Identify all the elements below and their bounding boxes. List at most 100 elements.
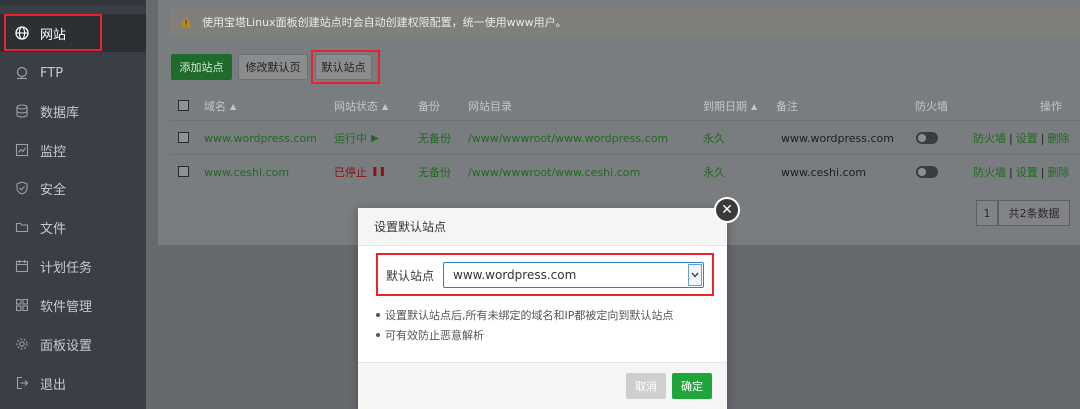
chevron-down-icon[interactable]	[688, 264, 702, 286]
col-dir: 网站目录	[468, 100, 512, 113]
toggle-switch[interactable]	[916, 132, 938, 144]
toggle-switch[interactable]	[916, 166, 938, 178]
firewall-toggle[interactable]	[916, 121, 938, 155]
apps-icon	[14, 297, 30, 313]
sidebar-item-label: 软件管理	[40, 299, 93, 315]
sort-up-icon: ▲	[751, 101, 758, 111]
default-site-label: 默认站点	[386, 268, 435, 283]
sidebar-item-label: 数据库	[40, 105, 80, 121]
sidebar-top-edge	[0, 0, 146, 6]
page-number[interactable]: 1	[976, 200, 998, 226]
sidebar-item-label: 退出	[40, 377, 67, 393]
sidebar-item-software[interactable]: 软件管理	[0, 286, 146, 324]
col-expiry[interactable]: 到期日期 ▲	[703, 92, 757, 120]
site-status[interactable]: 已停止 ❚❚	[334, 155, 386, 189]
sidebar-item-database[interactable]: 数据库	[0, 92, 146, 130]
sort-up-icon: ▲	[382, 101, 389, 111]
firewall-link[interactable]: 防火墙	[973, 130, 1006, 146]
folder-icon	[14, 219, 30, 235]
table-header: 域名 ▲ 网站状态 ▲ 备份 网站目录 到期日期 ▲ 备注 防火墙 操作	[170, 92, 1080, 120]
sidebar: 网站 FTP 数据库 监控 安全 文件 计划任务 软件管理 面板设置 退出	[0, 0, 146, 409]
ftp-icon	[14, 65, 30, 81]
sidebar-item-label: FTP	[40, 65, 64, 81]
note-text: 可有效防止恶意解析	[385, 329, 484, 342]
shield-icon	[14, 180, 30, 196]
modal-note: 可有效防止恶意解析	[376, 328, 484, 342]
sort-up-icon: ▲	[230, 101, 237, 111]
sidebar-item-logout[interactable]: 退出	[0, 364, 146, 402]
col-ops: 操作	[1040, 100, 1062, 113]
site-dir-link[interactable]: /www/wwwroot/www.ceshi.com	[468, 155, 640, 189]
note-text: 设置默认站点后,所有未绑定的域名和IP都被定向到默认站点	[385, 309, 674, 322]
delete-link[interactable]: 删除	[1047, 164, 1069, 180]
bullet-icon	[376, 313, 380, 317]
highlight-default-site-button	[311, 50, 380, 84]
site-domain-link[interactable]: www.ceshi.com	[204, 155, 289, 189]
pause-icon: ❚❚	[371, 167, 387, 177]
gear-icon	[14, 336, 30, 352]
play-icon: ▶	[371, 132, 379, 144]
cancel-button[interactable]: 取消	[626, 373, 666, 399]
status-text: 已停止	[334, 166, 367, 179]
select-value: www.wordpress.com	[453, 268, 577, 282]
sidebar-item-panel-settings[interactable]: 面板设置	[0, 325, 146, 363]
default-site-select[interactable]: www.wordpress.com	[443, 262, 704, 288]
separator: |	[1040, 165, 1045, 179]
add-site-button[interactable]: 添加站点	[171, 54, 232, 80]
site-status[interactable]: 运行中 ▶	[334, 121, 379, 155]
edit-default-page-button[interactable]: 修改默认页	[238, 54, 308, 80]
backup-link[interactable]: 无备份	[418, 121, 451, 155]
sidebar-item-ftp[interactable]: FTP	[0, 54, 146, 92]
sidebar-item-label: 面板设置	[40, 338, 93, 354]
site-dir-link[interactable]: /www/wwwroot/www.wordpress.com	[468, 121, 668, 155]
settings-link[interactable]: 设置	[1016, 130, 1038, 146]
notice-bar: 使用宝塔Linux面板创建站点时会自动创建权限配置，统一使用www用户。	[170, 8, 1080, 36]
col-domain[interactable]: 域名 ▲	[204, 92, 236, 120]
row-checkbox[interactable]	[178, 166, 189, 177]
sidebar-item-label: 文件	[40, 221, 67, 237]
bullet-icon	[376, 333, 380, 337]
sidebar-item-security[interactable]: 安全	[0, 169, 146, 207]
site-note[interactable]: www.wordpress.com	[781, 121, 894, 155]
col-note: 备注	[776, 100, 798, 113]
confirm-button[interactable]: 确定	[672, 373, 712, 399]
delete-link[interactable]: 删除	[1047, 130, 1069, 146]
monitor-icon	[14, 142, 30, 158]
page-total: 共2条数据	[998, 200, 1070, 226]
logout-icon	[14, 375, 30, 391]
col-firewall: 防火墙	[915, 100, 948, 113]
separator: |	[1040, 131, 1045, 145]
status-text: 运行中	[334, 132, 367, 145]
row-checkbox[interactable]	[178, 132, 189, 143]
col-expiry-label: 到期日期	[703, 100, 747, 113]
sidebar-item-monitor[interactable]: 监控	[0, 131, 146, 169]
expiry-value[interactable]: 永久	[703, 121, 725, 155]
separator: |	[1009, 165, 1013, 179]
sidebar-item-label: 安全	[40, 182, 67, 198]
sidebar-item-label: 计划任务	[40, 260, 93, 276]
modal-title: 设置默认站点	[358, 208, 727, 246]
highlight-sidebar-website	[4, 14, 102, 51]
row-actions: 防火墙 | 设置 | 删除	[973, 155, 1069, 189]
site-domain-link[interactable]: www.wordpress.com	[204, 121, 317, 155]
col-status[interactable]: 网站状态 ▲	[334, 92, 388, 120]
site-note[interactable]: www.ceshi.com	[781, 155, 866, 189]
close-icon[interactable]: ✕	[714, 197, 740, 223]
firewall-link[interactable]: 防火墙	[973, 164, 1006, 180]
sidebar-item-files[interactable]: 文件	[0, 208, 146, 246]
separator: |	[1009, 131, 1013, 145]
table-row: www.wordpress.com 运行中 ▶ 无备份 /www/wwwroot…	[170, 120, 1080, 154]
notice-text: 使用宝塔Linux面板创建站点时会自动创建权限配置，统一使用www用户。	[202, 16, 567, 29]
settings-link[interactable]: 设置	[1016, 164, 1038, 180]
row-actions: 防火墙 | 设置 | 删除	[973, 121, 1069, 155]
database-icon	[14, 103, 30, 119]
col-backup: 备份	[418, 100, 440, 113]
expiry-value[interactable]: 永久	[703, 155, 725, 189]
firewall-toggle[interactable]	[916, 155, 938, 189]
select-all-checkbox[interactable]	[178, 100, 189, 111]
warning-icon	[180, 16, 192, 27]
calendar-icon	[14, 258, 30, 274]
backup-link[interactable]: 无备份	[418, 155, 451, 189]
sidebar-item-cron[interactable]: 计划任务	[0, 247, 146, 285]
col-status-label: 网站状态	[334, 100, 378, 113]
